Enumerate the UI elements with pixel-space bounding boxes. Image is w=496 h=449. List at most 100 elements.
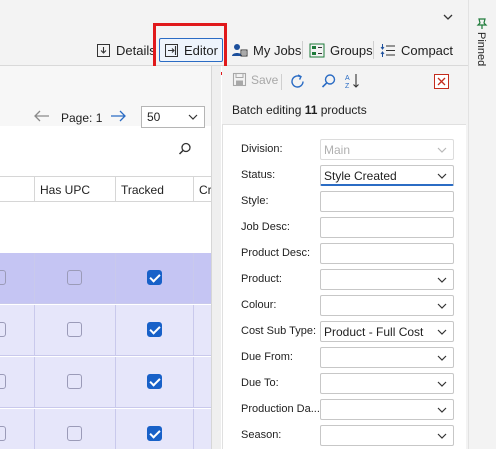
compact-button[interactable]: Compact: [376, 38, 457, 62]
table-cell: [35, 305, 116, 355]
toolbar: Details Editor My Jobs Groups Compact: [0, 34, 468, 66]
chevron-down-icon: [437, 355, 447, 361]
details-button[interactable]: Details: [92, 38, 160, 62]
previous-page-icon[interactable]: [33, 110, 50, 122]
field-label: Status:: [241, 169, 276, 181]
due-to-dropdown[interactable]: [320, 373, 454, 394]
batch-edit-form: Division: Main Status: Style Created Style: J…: [222, 124, 466, 449]
tracked-checkbox[interactable]: [147, 322, 162, 337]
table-cell: [116, 253, 194, 303]
top-strip: [0, 0, 468, 34]
user-jobs-icon: [232, 43, 248, 56]
page-size-value: 50: [147, 110, 161, 124]
groups-label: Groups: [330, 42, 373, 58]
batch-count: 11: [304, 103, 318, 117]
field-label: Division:: [241, 143, 283, 155]
field-label: Product:: [241, 273, 282, 285]
table-cell: [116, 409, 194, 449]
tracked-checkbox[interactable]: [147, 374, 162, 389]
table-cell: [194, 357, 211, 407]
pager-bar: Page: 1 50: [0, 66, 221, 128]
table-cell: [116, 357, 194, 407]
next-page-icon[interactable]: [110, 110, 127, 122]
job-desc-input[interactable]: [320, 217, 454, 238]
table-cell: [194, 409, 211, 449]
table-cell: [0, 357, 35, 407]
table-cell: [0, 305, 35, 355]
table-cell: [0, 409, 35, 449]
row-checkbox[interactable]: [0, 322, 6, 337]
field-label: Production Da...: [241, 403, 320, 415]
my-jobs-button[interactable]: My Jobs: [227, 38, 305, 62]
tracked-checkbox[interactable]: [147, 270, 162, 285]
table-row[interactable]: [0, 357, 211, 408]
refresh-icon[interactable]: [289, 73, 306, 90]
field-label: Due To:: [241, 377, 279, 389]
pinned-strip[interactable]: Pinned: [468, 0, 496, 449]
product-dropdown[interactable]: [320, 269, 454, 290]
pin-icon: [476, 18, 488, 29]
chevron-down-icon: [437, 381, 447, 387]
table-cell: [35, 253, 116, 303]
sort-az-icon[interactable]: AZ: [344, 72, 362, 90]
svg-text:Z: Z: [345, 83, 350, 90]
pane-splitter[interactable]: [211, 66, 221, 449]
field-label: Product Desc:: [241, 247, 311, 259]
close-icon[interactable]: [434, 74, 449, 89]
row-checkbox[interactable]: [0, 426, 6, 441]
compact-label: Compact: [401, 42, 454, 58]
season-dropdown[interactable]: [320, 425, 454, 446]
save-label: Save: [251, 72, 279, 87]
batch-editing-status: Batch editing 11 products: [232, 103, 367, 117]
toolbar-separator: [373, 41, 374, 59]
field-value: Product - Full Cost: [324, 325, 424, 339]
batch-prefix: Batch editing: [232, 103, 305, 117]
row-checkbox[interactable]: [0, 374, 6, 389]
has-upc-checkbox[interactable]: [67, 374, 82, 389]
details-label: Details: [116, 42, 156, 58]
table-cell: [0, 253, 35, 303]
row-checkbox[interactable]: [0, 270, 6, 285]
production-da-dropdown[interactable]: [320, 399, 454, 420]
table-cell: [35, 357, 116, 407]
page-label: Page: 1: [61, 111, 103, 125]
table-row[interactable]: [0, 305, 211, 356]
tracked-checkbox[interactable]: [147, 426, 162, 441]
save-button[interactable]: Save: [232, 72, 278, 87]
svg-text:A: A: [345, 75, 350, 82]
status-dropdown[interactable]: Style Created: [320, 165, 454, 186]
column-header[interactable]: [0, 177, 35, 201]
column-header-tracked[interactable]: Tracked: [116, 177, 194, 201]
has-upc-checkbox[interactable]: [67, 270, 82, 285]
toolbar-separator: [302, 41, 303, 59]
table-row[interactable]: [0, 253, 211, 304]
chevron-down-icon[interactable]: [442, 12, 454, 22]
toolbar-separator: [281, 74, 282, 90]
table-row[interactable]: [0, 409, 211, 449]
search-icon[interactable]: [321, 73, 337, 89]
page-size-select[interactable]: 50: [141, 106, 205, 128]
division-dropdown[interactable]: Main: [320, 139, 454, 160]
groups-button[interactable]: Groups: [305, 38, 377, 62]
cost-sub-type-dropdown[interactable]: Product - Full Cost: [320, 321, 454, 342]
table-cell: [116, 305, 194, 355]
column-header-has-upc[interactable]: Has UPC: [35, 177, 116, 201]
compact-list-icon: [380, 43, 395, 57]
chevron-down-icon: [437, 303, 447, 309]
due-from-dropdown[interactable]: [320, 347, 454, 368]
chevron-down-icon: [437, 407, 447, 413]
field-label: Due From:: [241, 351, 293, 363]
style-input[interactable]: [320, 191, 454, 212]
field-value: Main: [324, 143, 351, 157]
table-cell: [35, 409, 116, 449]
pinned-label: Pinned: [475, 32, 487, 67]
has-upc-checkbox[interactable]: [67, 322, 82, 337]
product-desc-input[interactable]: [320, 243, 454, 264]
has-upc-checkbox[interactable]: [67, 426, 82, 441]
chevron-down-icon: [437, 329, 447, 335]
search-icon[interactable]: [178, 142, 192, 156]
table-row[interactable]: [0, 203, 211, 253]
column-header-cr[interactable]: Cr: [194, 177, 211, 201]
colour-dropdown[interactable]: [320, 295, 454, 316]
table-cell: [194, 253, 211, 303]
